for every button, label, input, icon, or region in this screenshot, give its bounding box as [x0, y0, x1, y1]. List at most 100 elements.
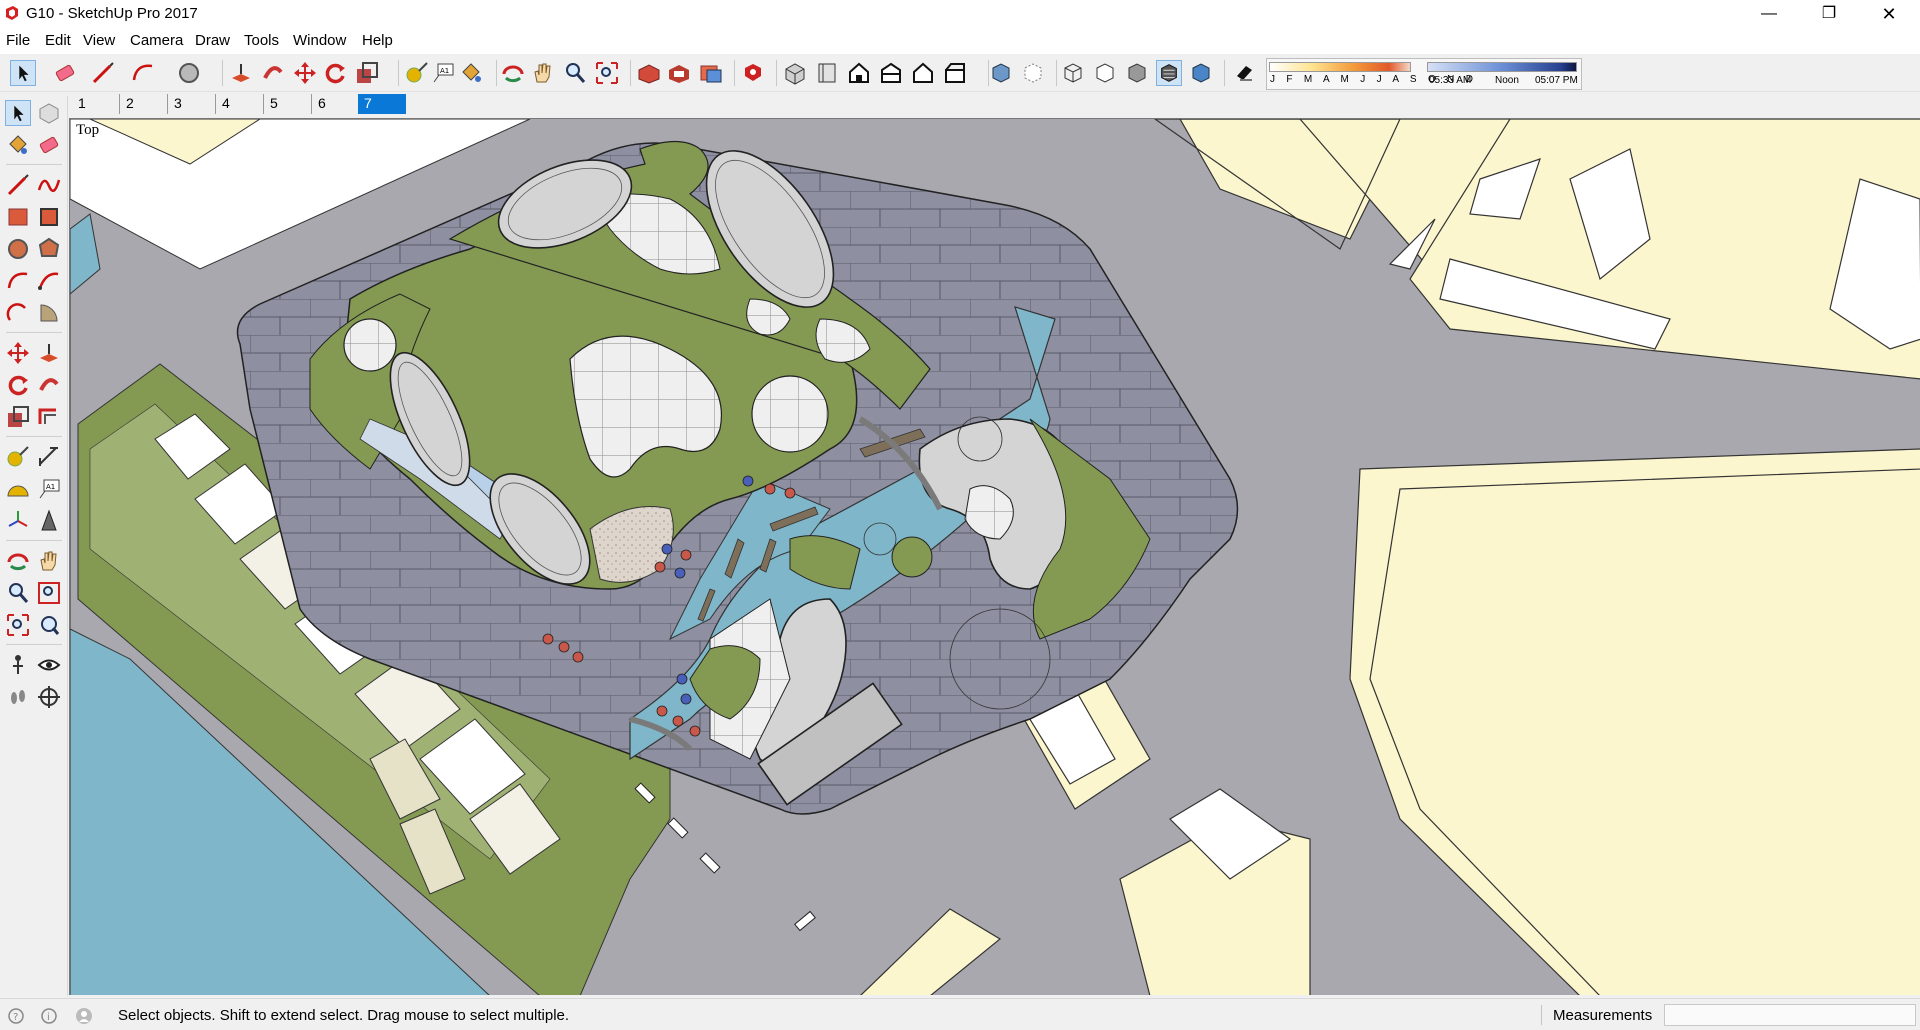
scale-icon[interactable] [354, 60, 380, 86]
model-viewport[interactable]: Top [69, 118, 1920, 995]
scene-tab-4[interactable]: 4 [216, 94, 264, 114]
measurements-input[interactable] [1664, 1004, 1916, 1026]
rotate-icon[interactable] [322, 60, 348, 86]
menu-camera[interactable]: Camera [130, 32, 183, 49]
3d-text-icon[interactable] [36, 508, 62, 534]
menu-tools[interactable]: Tools [244, 32, 279, 49]
offset-icon[interactable] [36, 404, 62, 430]
scene-tab-1[interactable]: 1 [72, 94, 120, 114]
dimension-icon[interactable] [36, 444, 62, 470]
sketchup-logo-icon [6, 6, 18, 20]
select-icon[interactable] [5, 100, 31, 126]
tape-measure-icon[interactable] [404, 60, 430, 86]
arc-icon[interactable] [130, 60, 156, 86]
move-icon[interactable] [292, 60, 318, 86]
pan-icon[interactable] [36, 548, 62, 574]
make-component-icon[interactable] [36, 100, 62, 126]
front-view-icon[interactable] [846, 60, 872, 86]
3d-warehouse-icon[interactable] [636, 60, 662, 86]
orbit-icon[interactable] [500, 60, 526, 86]
pan-icon[interactable] [530, 60, 556, 86]
back-edges-icon[interactable] [1020, 60, 1046, 86]
push-pull-icon[interactable] [36, 340, 62, 366]
follow-me-icon[interactable] [260, 60, 286, 86]
menu-help[interactable]: Help [362, 32, 393, 49]
axes-icon[interactable] [5, 508, 31, 534]
circle-icon[interactable] [5, 236, 31, 262]
freehand-icon[interactable] [36, 172, 62, 198]
shaded-textures-icon[interactable] [1156, 60, 1182, 86]
select-icon[interactable] [10, 60, 36, 86]
close-button[interactable]: ✕ [1866, 0, 1912, 28]
follow-me-icon[interactable] [36, 372, 62, 398]
monochrome-icon[interactable] [1188, 60, 1214, 86]
circle-icon[interactable] [176, 60, 202, 86]
wireframe-icon[interactable] [1060, 60, 1086, 86]
rotate-icon[interactable] [5, 372, 31, 398]
tape-measure-icon[interactable] [5, 444, 31, 470]
xray-icon[interactable] [988, 60, 1014, 86]
walk-icon[interactable] [5, 684, 31, 710]
menu-window[interactable]: Window [293, 32, 346, 49]
look-around-icon[interactable] [36, 652, 62, 678]
hidden-line-icon[interactable] [1092, 60, 1118, 86]
extension-manager-icon[interactable] [740, 60, 766, 86]
text-icon[interactable]: A1 [36, 476, 62, 502]
scene-tab-5[interactable]: 5 [264, 94, 312, 114]
protractor-icon[interactable] [5, 476, 31, 502]
text-icon[interactable]: A1 [430, 60, 456, 86]
line-icon[interactable] [90, 60, 116, 86]
send-to-layout-icon[interactable] [698, 60, 724, 86]
line-icon[interactable] [5, 172, 31, 198]
iso-view-icon[interactable] [782, 60, 808, 86]
push-pull-icon[interactable] [228, 60, 254, 86]
shaded-icon[interactable] [1124, 60, 1150, 86]
eraser-icon[interactable] [52, 60, 78, 86]
two-point-arc-icon[interactable] [36, 268, 62, 294]
rectangle-icon[interactable] [5, 204, 31, 230]
paint-bucket-icon[interactable] [458, 60, 484, 86]
geo-location-icon[interactable]: ? [7, 1007, 25, 1025]
status-separator [1541, 1005, 1542, 1025]
shadow-date-slider[interactable] [1269, 62, 1411, 72]
palette-separator [6, 332, 62, 333]
top-view-icon[interactable] [814, 60, 840, 86]
shadows-toggle-icon[interactable] [1232, 60, 1258, 86]
move-icon[interactable] [5, 340, 31, 366]
orbit-icon[interactable] [5, 548, 31, 574]
scene-tab-7[interactable]: 7 [358, 94, 406, 114]
zoom-icon[interactable] [562, 60, 588, 86]
credits-icon[interactable]: i [40, 1007, 58, 1025]
back-view-icon[interactable] [910, 60, 936, 86]
minimize-button[interactable]: — [1746, 0, 1792, 28]
menu-draw[interactable]: Draw [195, 32, 230, 49]
eraser-icon[interactable] [36, 132, 62, 158]
menu-view[interactable]: View [83, 32, 115, 49]
scale-icon[interactable] [5, 404, 31, 430]
scene-tab-2[interactable]: 2 [120, 94, 168, 114]
menu-edit[interactable]: Edit [45, 32, 71, 49]
three-point-arc-icon[interactable] [5, 300, 31, 326]
zoom-icon[interactable] [5, 580, 31, 606]
section-plane-icon[interactable] [36, 684, 62, 710]
restore-button[interactable]: ❐ [1806, 0, 1852, 28]
right-view-icon[interactable] [878, 60, 904, 86]
zoom-extents-icon[interactable] [5, 612, 31, 638]
extension-warehouse-icon[interactable] [666, 60, 692, 86]
zoom-window-icon[interactable] [36, 580, 62, 606]
zoom-extents-icon[interactable] [594, 60, 620, 86]
rotated-rectangle-icon[interactable] [36, 204, 62, 230]
shadow-time-slider[interactable] [1427, 62, 1577, 72]
arc-icon[interactable] [5, 268, 31, 294]
previous-view-icon[interactable] [36, 612, 62, 638]
menu-file[interactable]: File [6, 32, 30, 49]
pie-icon[interactable] [36, 300, 62, 326]
user-account-icon[interactable] [75, 1007, 93, 1025]
left-view-icon[interactable] [942, 60, 968, 86]
svg-text:?: ? [13, 1012, 18, 1023]
polygon-icon[interactable] [36, 236, 62, 262]
scene-tab-3[interactable]: 3 [168, 94, 216, 114]
scene-tab-6[interactable]: 6 [312, 94, 360, 114]
position-camera-icon[interactable] [5, 652, 31, 678]
paint-bucket-icon[interactable] [5, 132, 31, 158]
